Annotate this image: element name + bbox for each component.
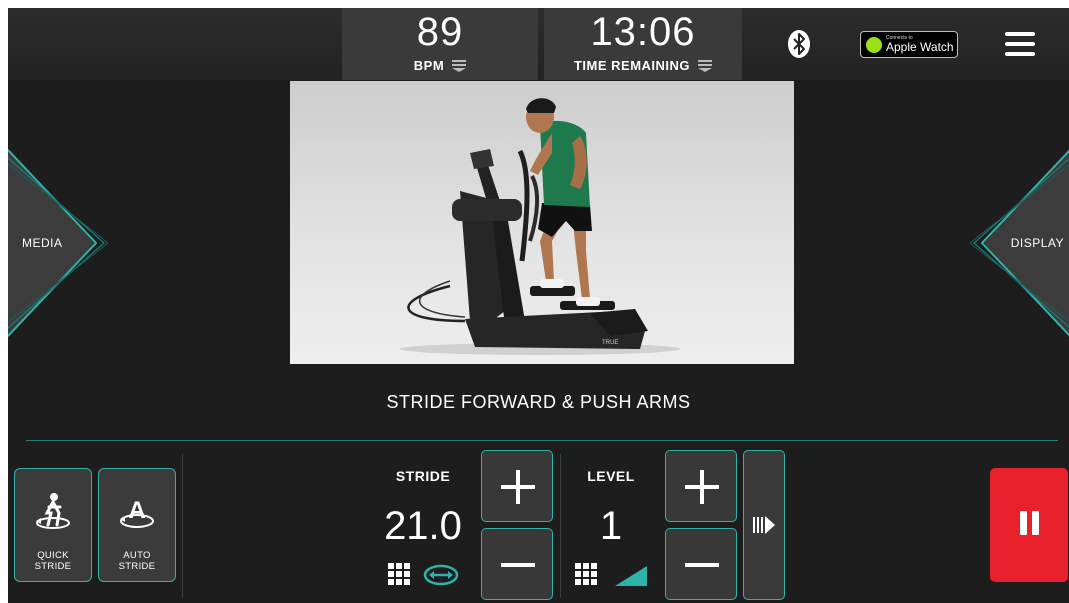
media-tab[interactable]: MEDIA [8, 148, 109, 338]
divider [182, 454, 183, 598]
pause-button[interactable] [990, 468, 1068, 582]
time-remaining-value: 13:06 [590, 10, 696, 54]
apple-watch-activity-icon [866, 36, 882, 53]
stride-value: 21.0 [384, 504, 462, 548]
console-screen: 89 BPM 13:06 TIME REMAINING Connects to … [8, 8, 1069, 603]
heart-rate-label: BPM [413, 58, 445, 73]
apple-watch-title: Apple Watch [886, 40, 954, 54]
incline-icon [615, 566, 647, 586]
divider [26, 440, 1058, 441]
minus-icon [685, 563, 719, 567]
quick-stride-button[interactable]: QUICK STRIDE [14, 468, 92, 582]
plus-icon [501, 470, 535, 504]
quick-stride-label-line1: QUICK [37, 550, 69, 561]
level-decrease-button[interactable] [665, 528, 737, 600]
bluetooth-icon[interactable] [788, 30, 810, 58]
pause-icon [1032, 511, 1039, 535]
heart-rate-value: 89 [416, 10, 464, 54]
next-segment-button[interactable] [743, 450, 785, 600]
metric-options-icon [698, 59, 713, 72]
heart-rate-metric[interactable]: 89 BPM [342, 8, 538, 80]
level-value: 1 [599, 504, 623, 548]
plus-icon [685, 470, 719, 504]
level-increase-button[interactable] [665, 450, 737, 522]
auto-stride-button[interactable]: A AUTO STRIDE [98, 468, 176, 582]
level-grid-icon[interactable] [575, 563, 597, 585]
auto-stride-icon: A [120, 497, 154, 528]
auto-stride-label-line1: AUTO [123, 550, 151, 561]
divider [560, 454, 561, 598]
stride-grid-icon[interactable] [388, 563, 410, 585]
brand-logo: TRUE [602, 340, 618, 346]
level-label: LEVEL [587, 468, 635, 484]
stride-label: STRIDE [395, 468, 451, 484]
time-remaining-metric[interactable]: 13:06 TIME REMAINING [544, 8, 742, 80]
stride-decrease-button[interactable] [481, 528, 553, 600]
display-tab-label: DISPLAY [1010, 236, 1064, 250]
elliptical-trainer-illustration: TRUE [400, 98, 680, 355]
workout-video[interactable]: TRUE [290, 81, 794, 364]
stride-increase-button[interactable] [481, 450, 553, 522]
stride-range-icon [423, 564, 459, 586]
minus-icon [501, 563, 535, 567]
svg-text:A: A [128, 497, 145, 524]
pause-icon [1020, 511, 1027, 535]
apple-watch-badge[interactable]: Connects to Apple Watch [860, 31, 958, 58]
menu-icon[interactable] [1005, 32, 1035, 56]
quick-stride-label-line2: STRIDE [34, 561, 72, 572]
next-segment-icon [753, 516, 775, 534]
quick-stride-icon [36, 493, 70, 529]
time-remaining-label: TIME REMAINING [573, 58, 691, 73]
workout-instruction: STRIDE FORWARD & PUSH ARMS [386, 392, 691, 412]
metric-options-icon [452, 59, 467, 72]
media-tab-label: MEDIA [22, 236, 63, 250]
top-bar: 89 BPM 13:06 TIME REMAINING Connects to … [8, 8, 1069, 80]
auto-stride-label-line2: STRIDE [118, 561, 156, 572]
display-tab[interactable]: DISPLAY [969, 148, 1069, 338]
